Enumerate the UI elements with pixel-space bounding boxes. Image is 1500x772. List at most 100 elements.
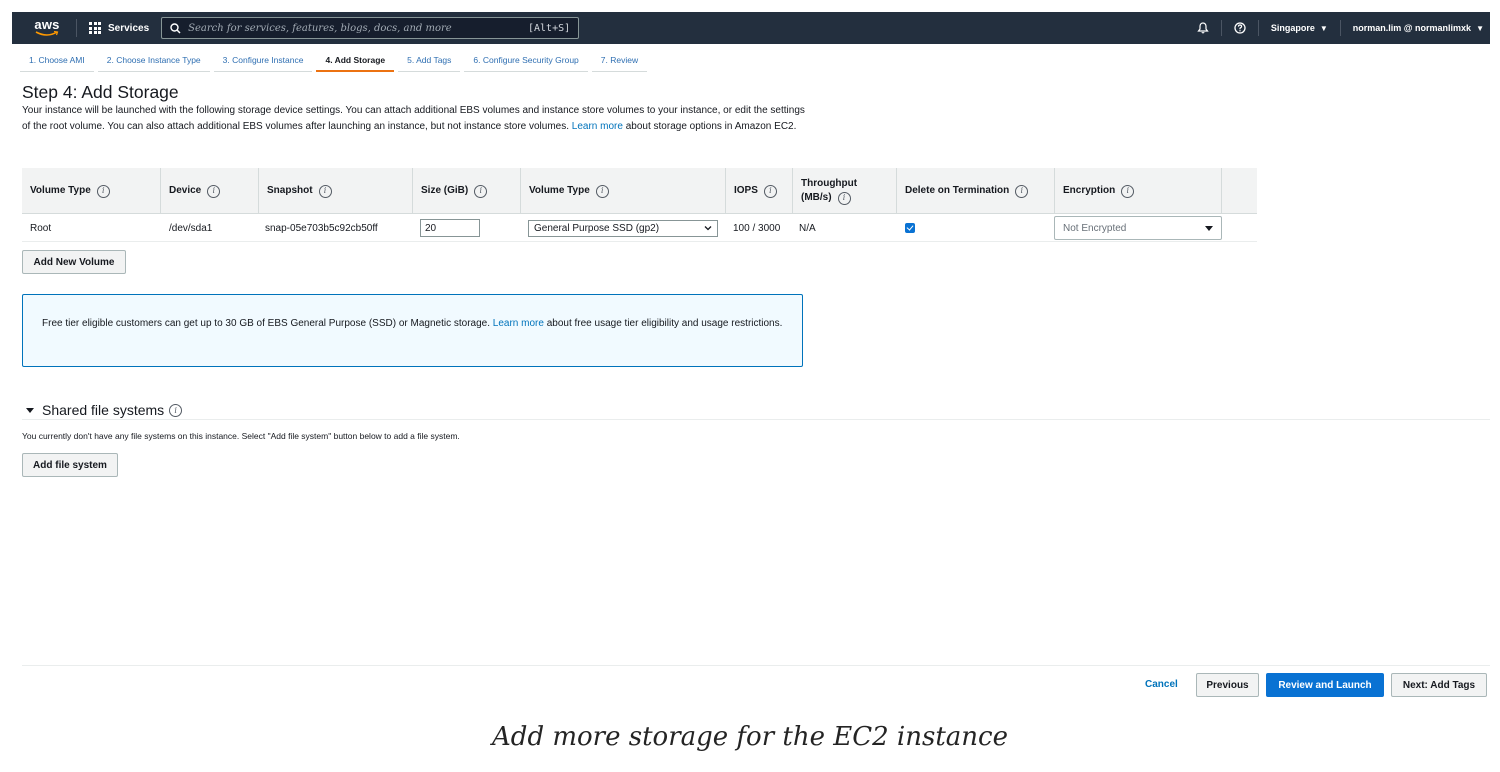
header-iops-label: IOPS xyxy=(734,185,758,196)
header-volume-type: Volume Type i xyxy=(22,168,110,214)
aws-logo-text: aws xyxy=(34,17,60,32)
previous-button[interactable]: Previous xyxy=(1196,673,1259,697)
volume-type-select-value: General Purpose SSD (gp2) xyxy=(534,222,660,234)
cell-volume-type: Root xyxy=(30,222,52,234)
next-add-tags-button[interactable]: Next: Add Tags xyxy=(1391,673,1487,697)
storage-table: Volume Type i Device i Snapshot i Size (… xyxy=(22,168,1257,242)
encryption-select[interactable]: Not Encrypted xyxy=(1054,216,1222,240)
header-throughput-line-2: (MB/s) i xyxy=(801,191,851,205)
storage-table-header: Volume Type i Device i Snapshot i Size (… xyxy=(22,168,1257,214)
delete-on-termination-checkbox[interactable] xyxy=(905,223,915,233)
caret-down-icon xyxy=(26,407,34,413)
encryption-select-value: Not Encrypted xyxy=(1063,222,1127,234)
header-encryption-label: Encryption xyxy=(1063,185,1116,196)
header-throughput-label-2: (MB/s) xyxy=(801,192,832,203)
header-volume-type-label: Volume Type xyxy=(30,185,91,196)
cell-size xyxy=(412,214,480,242)
image-caption: Add more storage for the EC2 instance xyxy=(492,722,1008,752)
notice-text: Free tier eligible customers can get up … xyxy=(42,318,490,329)
services-menu-button[interactable]: Services xyxy=(85,22,153,34)
header-device-label: Device xyxy=(169,185,202,196)
notifications-button[interactable] xyxy=(1185,12,1221,44)
bell-icon xyxy=(1197,22,1209,34)
region-label: Singapore xyxy=(1270,23,1315,33)
header-snapshot: Snapshot i xyxy=(258,168,332,214)
notice-learn-more-link[interactable]: Learn more xyxy=(493,318,544,329)
header-device: Device i xyxy=(160,168,221,214)
volume-type-select[interactable]: General Purpose SSD (gp2) xyxy=(528,219,718,237)
help-icon xyxy=(1234,22,1246,34)
header-throughput: Throughput (MB/s) i xyxy=(792,168,857,214)
cell-device: /dev/sda1 xyxy=(169,222,213,234)
info-icon[interactable]: i xyxy=(1015,184,1029,198)
tab-review[interactable]: 7. Review xyxy=(591,48,648,72)
header-blank xyxy=(1221,168,1230,214)
cell-volume-type-select: General Purpose SSD (gp2) xyxy=(520,214,718,242)
info-icon[interactable]: i xyxy=(474,184,488,198)
header-size: Size (GiB) i xyxy=(412,168,488,214)
caret-down-icon: ▼ xyxy=(1319,23,1328,33)
search-shortcut-hint: [Alt+S] xyxy=(528,22,571,34)
cancel-button[interactable]: Cancel xyxy=(1145,679,1178,690)
info-icon[interactable]: i xyxy=(169,403,183,417)
region-selector[interactable]: Singapore ▼ xyxy=(1259,12,1340,44)
header-delete-on-termination: Delete on Termination i xyxy=(896,168,1029,214)
add-file-system-button[interactable]: Add file system xyxy=(22,453,118,477)
header-snapshot-label: Snapshot xyxy=(267,185,313,196)
review-and-launch-button[interactable]: Review and Launch xyxy=(1266,673,1384,697)
shared-file-systems-message: You currently don't have any file system… xyxy=(22,431,460,441)
shared-file-systems-toggle[interactable]: Shared file systems i xyxy=(26,402,183,418)
account-menu[interactable]: norman.lim @ normanlimxk ▼ xyxy=(1341,12,1490,44)
intro-learn-more-link[interactable]: Learn more xyxy=(572,121,623,132)
divider xyxy=(22,419,1490,420)
aws-logo[interactable]: aws xyxy=(26,17,68,37)
caret-down-icon xyxy=(1205,225,1213,231)
tab-choose-ami[interactable]: 1. Choose AMI xyxy=(20,48,94,72)
tab-add-storage[interactable]: 4. Add Storage xyxy=(316,48,395,72)
header-volume-type-2: Volume Type i xyxy=(520,168,609,214)
info-icon[interactable]: i xyxy=(595,184,609,198)
caret-down-icon: ▼ xyxy=(1476,23,1484,33)
info-icon[interactable]: i xyxy=(207,184,221,198)
tab-choose-instance-type[interactable]: 2. Choose Instance Type xyxy=(97,48,210,72)
add-new-volume-button[interactable]: Add New Volume xyxy=(22,250,126,274)
info-icon[interactable]: i xyxy=(1121,184,1135,198)
header-encryption: Encryption i xyxy=(1054,168,1135,214)
free-tier-notice: Free tier eligible customers can get up … xyxy=(22,294,803,367)
header-throughput-label-1: Throughput xyxy=(801,177,858,189)
services-grid-icon xyxy=(89,22,101,34)
search-placeholder: Search for services, features, blogs, do… xyxy=(188,22,452,34)
cell-snapshot: snap-05e703b5c92cb50ff xyxy=(265,222,378,234)
size-input[interactable] xyxy=(420,219,480,237)
global-search-input[interactable]: Search for services, features, blogs, do… xyxy=(161,17,580,39)
info-icon[interactable]: i xyxy=(763,184,777,198)
info-icon[interactable]: i xyxy=(837,191,851,205)
tab-configure-security-group[interactable]: 6. Configure Security Group xyxy=(464,48,588,72)
header-delete-on-termination-label: Delete on Termination xyxy=(905,185,1010,196)
page-title: Step 4: Add Storage xyxy=(22,82,179,102)
cell-encryption: Not Encrypted xyxy=(1046,214,1222,242)
account-label: norman.lim @ normanlimxk xyxy=(1352,23,1472,33)
divider xyxy=(22,665,1490,666)
wizard-steps: 1. Choose AMI 2. Choose Instance Type 3.… xyxy=(20,48,651,72)
cell-iops: 100 / 3000 xyxy=(733,222,781,234)
search-icon xyxy=(170,22,181,34)
shared-file-systems-title: Shared file systems xyxy=(42,402,165,418)
nav-divider xyxy=(76,19,77,37)
intro-tail: about storage options in Amazon EC2. xyxy=(625,121,797,132)
notice-tail: about free usage tier eligibility and us… xyxy=(546,318,783,329)
cell-delete-on-termination xyxy=(897,214,915,242)
top-navigation-bar: aws Services Search for services, featur… xyxy=(12,12,1490,44)
info-icon[interactable]: i xyxy=(96,184,110,198)
nav-right-group: Singapore ▼ norman.lim @ normanlimxk ▼ xyxy=(1185,12,1490,44)
tab-add-tags[interactable]: 5. Add Tags xyxy=(398,48,461,72)
services-label: Services xyxy=(108,22,150,34)
info-icon[interactable]: i xyxy=(318,184,332,198)
header-size-label: Size (GiB) xyxy=(421,185,469,196)
header-iops: IOPS i xyxy=(725,168,777,214)
intro-text: Your instance will be launched with the … xyxy=(22,103,812,135)
aws-smile-icon xyxy=(35,31,59,36)
help-button[interactable] xyxy=(1222,12,1258,44)
tab-configure-instance[interactable]: 3. Configure Instance xyxy=(213,48,313,72)
table-row: Root /dev/sda1 snap-05e703b5c92cb50ff Ge… xyxy=(22,214,1257,242)
